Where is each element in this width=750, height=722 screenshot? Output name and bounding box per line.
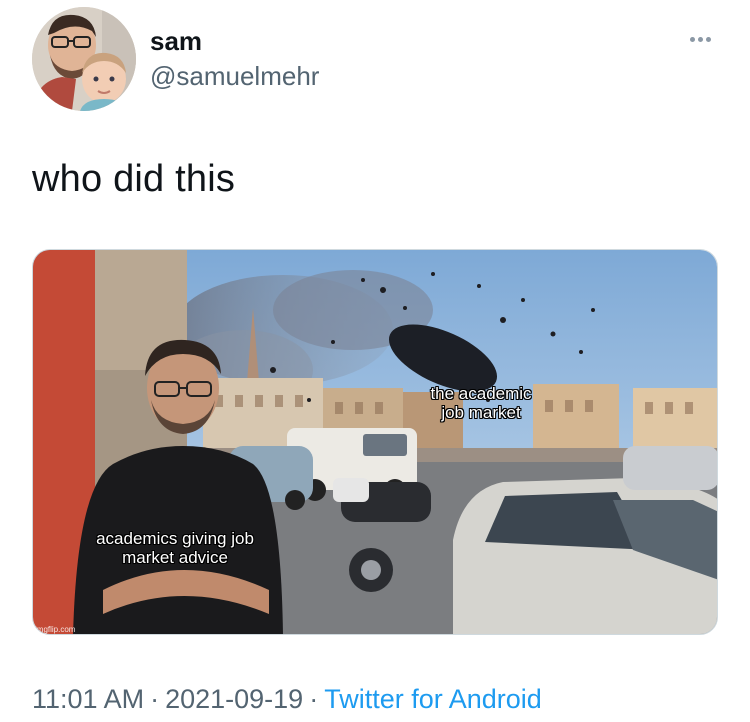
avatar-image bbox=[32, 7, 136, 111]
separator: · bbox=[309, 684, 319, 714]
imgflip-watermark: imgflip.com bbox=[35, 625, 76, 634]
tweet-metadata: 11:01 AM · 2021-09-19 · Twitter for Android bbox=[32, 684, 542, 715]
more-horizontal-icon-dot bbox=[705, 36, 711, 42]
tweet-text: who did this bbox=[32, 158, 236, 200]
user-handle[interactable]: @samuelmehr bbox=[150, 61, 319, 92]
display-name[interactable]: sam bbox=[150, 26, 202, 57]
separator: · bbox=[150, 684, 160, 714]
tweet-source-link[interactable]: Twitter for Android bbox=[324, 684, 542, 714]
meme-image bbox=[33, 250, 717, 634]
more-options-button[interactable] bbox=[680, 26, 720, 52]
meme-caption-bottom: academics giving job market advice bbox=[96, 529, 254, 567]
tweet-date[interactable]: 2021-09-19 bbox=[165, 684, 303, 714]
tweet-media[interactable]: the academic job market academics giving… bbox=[32, 249, 718, 635]
avatar[interactable] bbox=[32, 7, 136, 111]
more-horizontal-icon-dot bbox=[697, 36, 703, 42]
meme-caption-top: the academic job market bbox=[430, 384, 532, 422]
tweet-time[interactable]: 11:01 AM bbox=[32, 684, 144, 714]
more-horizontal-icon bbox=[689, 36, 695, 42]
